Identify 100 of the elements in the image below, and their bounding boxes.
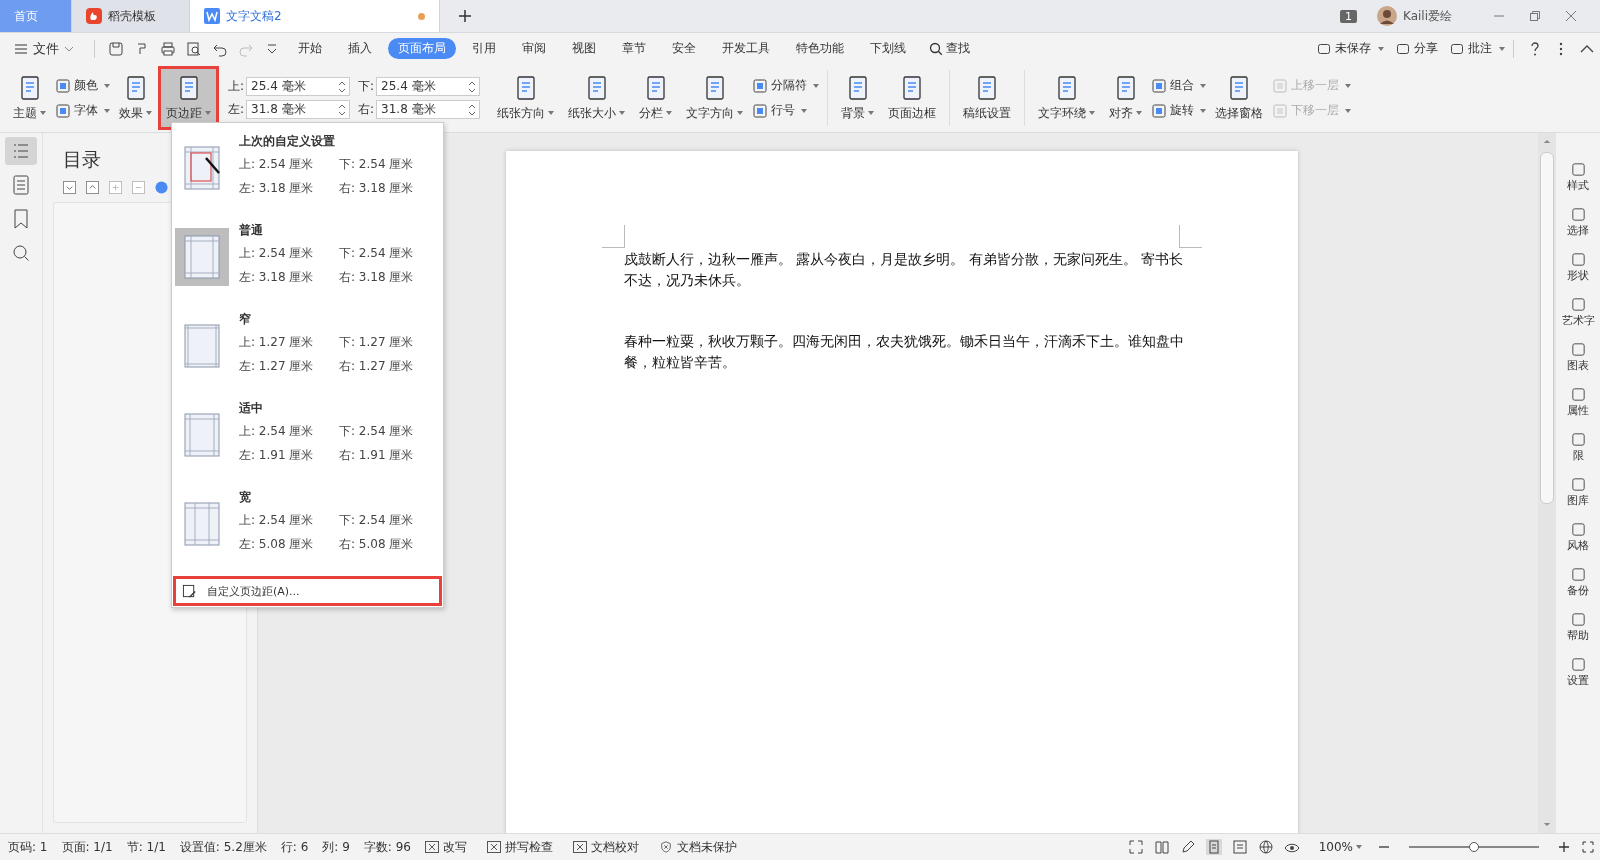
ribbon-button[interactable]: 字体 [55,102,110,119]
ribbon-button[interactable]: 主题 [8,69,51,127]
side-tool-button[interactable]: 属性 [1567,386,1589,418]
side-tool-button[interactable]: 图表 [1567,341,1589,373]
fit-icon[interactable] [1582,841,1594,853]
ribbon-button[interactable]: 纸张大小 [563,69,631,127]
document-tab[interactable]: 稻壳模板 [72,0,190,32]
outline-icon[interactable] [5,137,37,165]
file-menu[interactable]: 文件 [14,39,74,58]
margin-preset[interactable]: 适中 上: 2.54 厘米 下: 2.54 厘米 左: 1.91 厘米 右: 1.91 厘米 [172,396,443,485]
ribbon-button[interactable]: 效果 [114,69,157,127]
side-tool-button[interactable]: 艺术字 [1561,296,1595,328]
ribbon-button[interactable]: 页面边框 [883,69,942,127]
corner-mark [1179,225,1202,248]
status-button[interactable]: 改写 [424,838,467,856]
status-button[interactable]: 文档未保护 [658,838,737,856]
side-tool-button[interactable]: 设置 [1567,656,1589,688]
ribbon-tab[interactable]: 安全 [662,38,706,59]
toolbar-button[interactable]: 分享 [1396,40,1438,57]
side-tool-button[interactable]: 限 [1569,431,1587,463]
crossed-box-icon [424,841,439,853]
margin-preset[interactable]: 上次的自定义设置 上: 2.54 厘米 下: 2.54 厘米 左: 3.18 厘米 右: 3.18 厘米 [172,129,443,218]
globe-icon[interactable] [1257,839,1274,855]
ribbon-button[interactable]: 对齐 [1104,69,1148,127]
close-icon[interactable] [1564,9,1578,23]
ribbon-tab[interactable]: 开发工具 [712,38,780,59]
margin-spin-field[interactable]: 31.8 毫米 [376,100,481,119]
square-icon [1569,251,1587,268]
side-tool-button[interactable]: 形状 [1567,251,1589,283]
caret-icon [619,111,626,115]
restore-icon[interactable] [1528,9,1542,23]
expand-icon[interactable] [63,181,76,194]
ribbon-tab[interactable]: 章节 [612,38,656,59]
ribbon-button[interactable]: 选择窗格 [1210,69,1269,127]
ribbon-button[interactable]: 背景 [836,69,880,127]
square-icon [55,77,71,94]
status-button[interactable]: 文档校对 [572,838,639,856]
ribbon-button[interactable]: 纸张方向 [492,69,560,127]
avatar-icon[interactable] [1377,6,1397,26]
zoom-dropdown[interactable]: 100% [1318,840,1362,854]
margin-spin-field[interactable]: 25.4 毫米 [376,77,481,96]
document-tab[interactable]: 文字文稿2 [190,0,440,32]
slider-thumb[interactable] [1469,842,1479,852]
toolbar-button[interactable]: 未保存 [1317,40,1384,57]
margin-preset[interactable]: 宽 上: 2.54 厘米 下: 2.54 厘米 左: 5.08 厘米 右: 5.08 厘米 [172,485,443,574]
square-icon [1569,566,1587,583]
side-tool-button[interactable]: 样式 [1567,161,1589,193]
new-tab-icon[interactable] [458,9,472,23]
ribbon-button[interactable]: 分栏 [634,69,678,127]
status-button[interactable]: 拼写检查 [486,838,553,856]
plus-icon[interactable] [109,181,122,194]
ribbon-tab[interactable]: 引用 [462,38,506,59]
save-icon[interactable] [108,40,124,57]
zoom-in-icon[interactable] [1558,841,1570,853]
toolbar-button[interactable]: 批注 [1450,40,1505,57]
side-tool-button[interactable]: 选择 [1567,206,1589,238]
print-icon[interactable] [160,40,176,57]
ribbon-tab[interactable]: 特色功能 [786,38,854,59]
ribbon-button[interactable]: 页边距 [161,69,216,127]
square-icon [1569,386,1587,403]
page-view-icon[interactable] [1205,839,1222,855]
square-icon [1569,476,1587,493]
ribbon-tab[interactable]: 开始 [288,38,332,59]
ribbon-button[interactable]: 文字环绕 [1033,69,1101,127]
margin-spin-field[interactable]: 31.8 毫米 [246,100,351,119]
fullscreen-icon[interactable] [1127,839,1144,855]
scroll-up-icon[interactable] [1543,139,1551,144]
scroll-down-icon[interactable] [1543,822,1551,827]
crossed-box-icon [486,841,501,853]
margin-spin-field[interactable]: 25.4 毫米 [246,77,351,96]
ribbon-tab[interactable]: 下划线 [860,38,916,59]
print-preview-icon[interactable] [186,40,202,57]
ribbon-button[interactable]: 文字方向 [681,69,749,127]
square-icon [1569,611,1587,628]
custom-margins-item[interactable]: 自定义页边距(A)... [173,576,442,606]
caret-icon [737,111,744,115]
user-name[interactable]: Kaili爱绘 [1403,7,1452,25]
side-tool-button[interactable]: 图库 [1567,476,1589,508]
book-icon[interactable] [1153,839,1170,855]
margin-preset[interactable]: 普通 上: 2.54 厘米 下: 2.54 厘米 左: 3.18 厘米 右: 3.18 厘米 [172,218,443,307]
ribbon-tab[interactable]: 审阅 [512,38,556,59]
scrollbar-thumb[interactable] [1540,152,1554,504]
margin-preset[interactable]: 窄 上: 1.27 厘米 下: 1.27 厘米 左: 1.27 厘米 右: 1.27 厘米 [172,307,443,396]
ribbon-tab[interactable]: 插入 [338,38,382,59]
side-tool-button[interactable]: 备份 [1567,566,1589,598]
outline-view-icon[interactable] [1231,839,1248,855]
ribbon-button[interactable]: 旋转 [1151,102,1207,119]
margin-value: 左: 3.18 厘米 [239,180,314,197]
ribbon-button[interactable]: 稿纸设置 [958,69,1017,127]
ribbon-button[interactable]: 颜色 [55,77,110,94]
window-count-badge[interactable]: 1 [1340,9,1357,23]
side-tool-button[interactable]: 风格 [1567,521,1589,553]
margin-value: 左: 1.27 厘米 [239,358,314,375]
ribbon-button[interactable]: 分隔符 [752,77,820,94]
search-button[interactable]: 查找 [929,40,970,57]
side-tool-button[interactable]: 帮助 [1567,611,1589,643]
ribbon-button[interactable]: 行号 [752,102,820,119]
ribbon-button[interactable]: 组合 [1151,77,1207,94]
pen-icon[interactable] [1179,839,1196,855]
ribbon-tab[interactable]: 视图 [562,38,606,59]
